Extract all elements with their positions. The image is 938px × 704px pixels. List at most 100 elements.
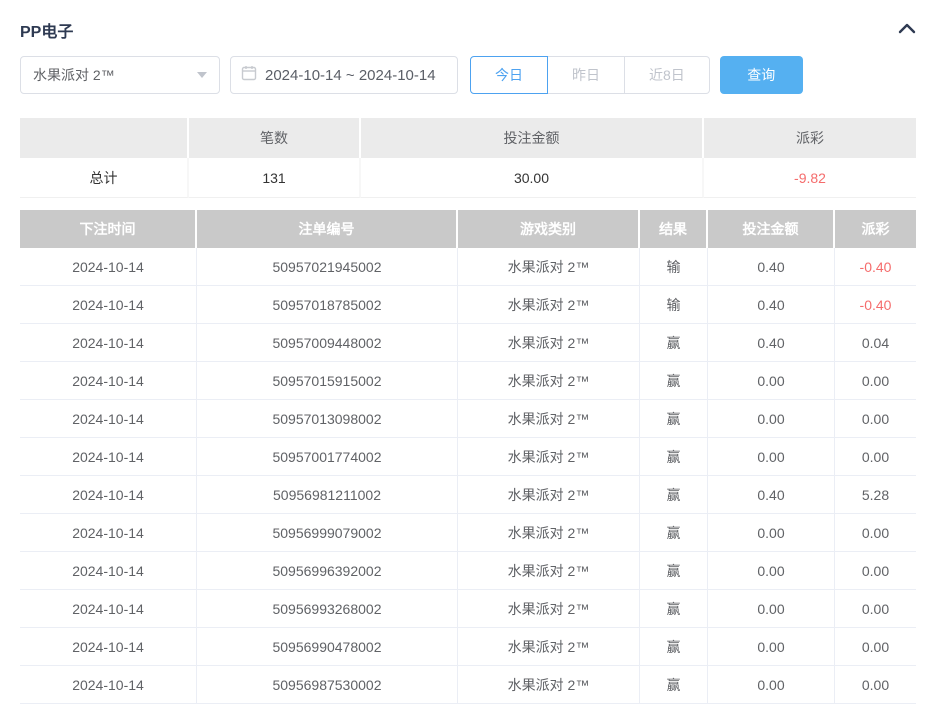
- table-row: 2024-10-1450957009448002水果派对 2™赢0.400.04: [20, 324, 916, 362]
- result-cell: 输: [640, 286, 708, 324]
- payout-cell: -0.40: [835, 248, 916, 286]
- payout-cell: 5.28: [835, 476, 916, 514]
- header-payout: 派彩: [835, 210, 916, 248]
- payout-cell: 0.00: [835, 514, 916, 552]
- order-no-cell: 50957015915002: [197, 362, 458, 400]
- game-type-cell: 水果派对 2™: [458, 438, 640, 476]
- bet-time-cell: 2024-10-14: [20, 286, 197, 324]
- payout-cell: -0.40: [835, 286, 916, 324]
- records-table-body: 2024-10-1450957021945002水果派对 2™输0.40-0.4…: [20, 248, 916, 704]
- order-no-cell: 50956987530002: [197, 666, 458, 704]
- calendar-icon: [241, 65, 257, 85]
- payout-cell: 0.00: [835, 438, 916, 476]
- game-select-value: 水果派对 2™: [33, 65, 115, 85]
- result-cell: 赢: [640, 628, 708, 666]
- bet-time-cell: 2024-10-14: [20, 248, 197, 286]
- game-type-cell: 水果派对 2™: [458, 628, 640, 666]
- payout-cell: 0.00: [835, 552, 916, 590]
- bet-time-cell: 2024-10-14: [20, 666, 197, 704]
- summary-header-payout: 派彩: [704, 118, 916, 158]
- result-cell: 赢: [640, 666, 708, 704]
- table-row: 2024-10-1450956996392002水果派对 2™赢0.000.00: [20, 552, 916, 590]
- game-type-cell: 水果派对 2™: [458, 666, 640, 704]
- page-title: PP电子: [20, 18, 73, 42]
- summary-total-row: 总计 131 30.00 -9.82: [20, 158, 916, 198]
- game-type-cell: 水果派对 2™: [458, 286, 640, 324]
- bet-time-cell: 2024-10-14: [20, 628, 197, 666]
- summary-header-empty: [20, 118, 189, 158]
- game-type-cell: 水果派对 2™: [458, 514, 640, 552]
- bet-time-cell: 2024-10-14: [20, 324, 197, 362]
- bet-amount-cell: 0.00: [708, 400, 835, 438]
- date-range-input[interactable]: 2024-10-14 ~ 2024-10-14: [230, 56, 458, 94]
- order-no-cell: 50956993268002: [197, 590, 458, 628]
- result-cell: 赢: [640, 514, 708, 552]
- order-no-cell: 50957009448002: [197, 324, 458, 362]
- table-row: 2024-10-1450956987530002水果派对 2™赢0.000.00: [20, 666, 916, 704]
- order-no-cell: 50956999079002: [197, 514, 458, 552]
- table-row: 2024-10-1450956990478002水果派对 2™赢0.000.00: [20, 628, 916, 666]
- yesterday-button[interactable]: 昨日: [548, 56, 625, 94]
- bet-amount-cell: 0.00: [708, 514, 835, 552]
- bet-amount-cell: 0.00: [708, 590, 835, 628]
- game-select[interactable]: 水果派对 2™: [20, 56, 220, 94]
- result-cell: 赢: [640, 590, 708, 628]
- bet-amount-cell: 0.40: [708, 286, 835, 324]
- bet-amount-cell: 0.00: [708, 362, 835, 400]
- bet-time-cell: 2024-10-14: [20, 590, 197, 628]
- payout-cell: 0.00: [835, 590, 916, 628]
- records-table-header: 下注时间 注单编号 游戏类别 结果 投注金额 派彩: [20, 210, 916, 248]
- summary-header-count: 笔数: [189, 118, 361, 158]
- records-table: 下注时间 注单编号 游戏类别 结果 投注金额 派彩 2024-10-145095…: [20, 210, 916, 704]
- caret-down-icon: [197, 72, 207, 78]
- game-type-cell: 水果派对 2™: [458, 362, 640, 400]
- bet-time-cell: 2024-10-14: [20, 438, 197, 476]
- bet-amount-cell: 0.00: [708, 666, 835, 704]
- table-row: 2024-10-1450957015915002水果派对 2™赢0.000.00: [20, 362, 916, 400]
- date-range-value: 2024-10-14 ~ 2024-10-14: [265, 67, 436, 84]
- result-cell: 赢: [640, 324, 708, 362]
- payout-cell: 0.00: [835, 628, 916, 666]
- bet-amount-cell: 0.00: [708, 438, 835, 476]
- header-order-no: 注单编号: [197, 210, 458, 248]
- summary-table: 笔数 投注金额 派彩 总计 131 30.00 -9.82: [20, 118, 916, 198]
- filter-bar: 水果派对 2™ 2024-10-14 ~ 2024-10-14 今日 昨日 近8…: [20, 56, 916, 94]
- bet-time-cell: 2024-10-14: [20, 362, 197, 400]
- query-button[interactable]: 查询: [720, 56, 803, 94]
- order-no-cell: 50957018785002: [197, 286, 458, 324]
- game-type-cell: 水果派对 2™: [458, 590, 640, 628]
- last-8-days-button[interactable]: 近8日: [625, 56, 710, 94]
- summary-total-label: 总计: [20, 158, 189, 198]
- collapse-panel-button[interactable]: [898, 21, 916, 39]
- bet-time-cell: 2024-10-14: [20, 400, 197, 438]
- payout-cell: 0.00: [835, 400, 916, 438]
- order-no-cell: 50957021945002: [197, 248, 458, 286]
- result-cell: 赢: [640, 552, 708, 590]
- bet-time-cell: 2024-10-14: [20, 476, 197, 514]
- game-type-cell: 水果派对 2™: [458, 476, 640, 514]
- game-type-cell: 水果派对 2™: [458, 400, 640, 438]
- today-button[interactable]: 今日: [470, 56, 548, 94]
- summary-header-row: 笔数 投注金额 派彩: [20, 118, 916, 158]
- game-type-cell: 水果派对 2™: [458, 552, 640, 590]
- bet-amount-cell: 0.00: [708, 552, 835, 590]
- table-row: 2024-10-1450957018785002水果派对 2™输0.40-0.4…: [20, 286, 916, 324]
- result-cell: 赢: [640, 400, 708, 438]
- chevron-up-icon: [898, 21, 916, 39]
- bet-amount-cell: 0.40: [708, 248, 835, 286]
- result-cell: 输: [640, 248, 708, 286]
- quick-date-button-group: 今日 昨日 近8日: [470, 56, 710, 94]
- header-game-type: 游戏类别: [458, 210, 640, 248]
- bet-time-cell: 2024-10-14: [20, 514, 197, 552]
- order-no-cell: 50956996392002: [197, 552, 458, 590]
- header-bet-time: 下注时间: [20, 210, 197, 248]
- panel-header: PP电子: [20, 0, 916, 56]
- game-type-cell: 水果派对 2™: [458, 248, 640, 286]
- order-no-cell: 50956981211002: [197, 476, 458, 514]
- header-result: 结果: [640, 210, 708, 248]
- payout-cell: 0.00: [835, 362, 916, 400]
- pp-electronics-panel: PP电子 水果派对 2™ 2024-10-14 ~ 2024-10-14 今日 …: [0, 0, 938, 704]
- result-cell: 赢: [640, 476, 708, 514]
- order-no-cell: 50957013098002: [197, 400, 458, 438]
- game-type-cell: 水果派对 2™: [458, 324, 640, 362]
